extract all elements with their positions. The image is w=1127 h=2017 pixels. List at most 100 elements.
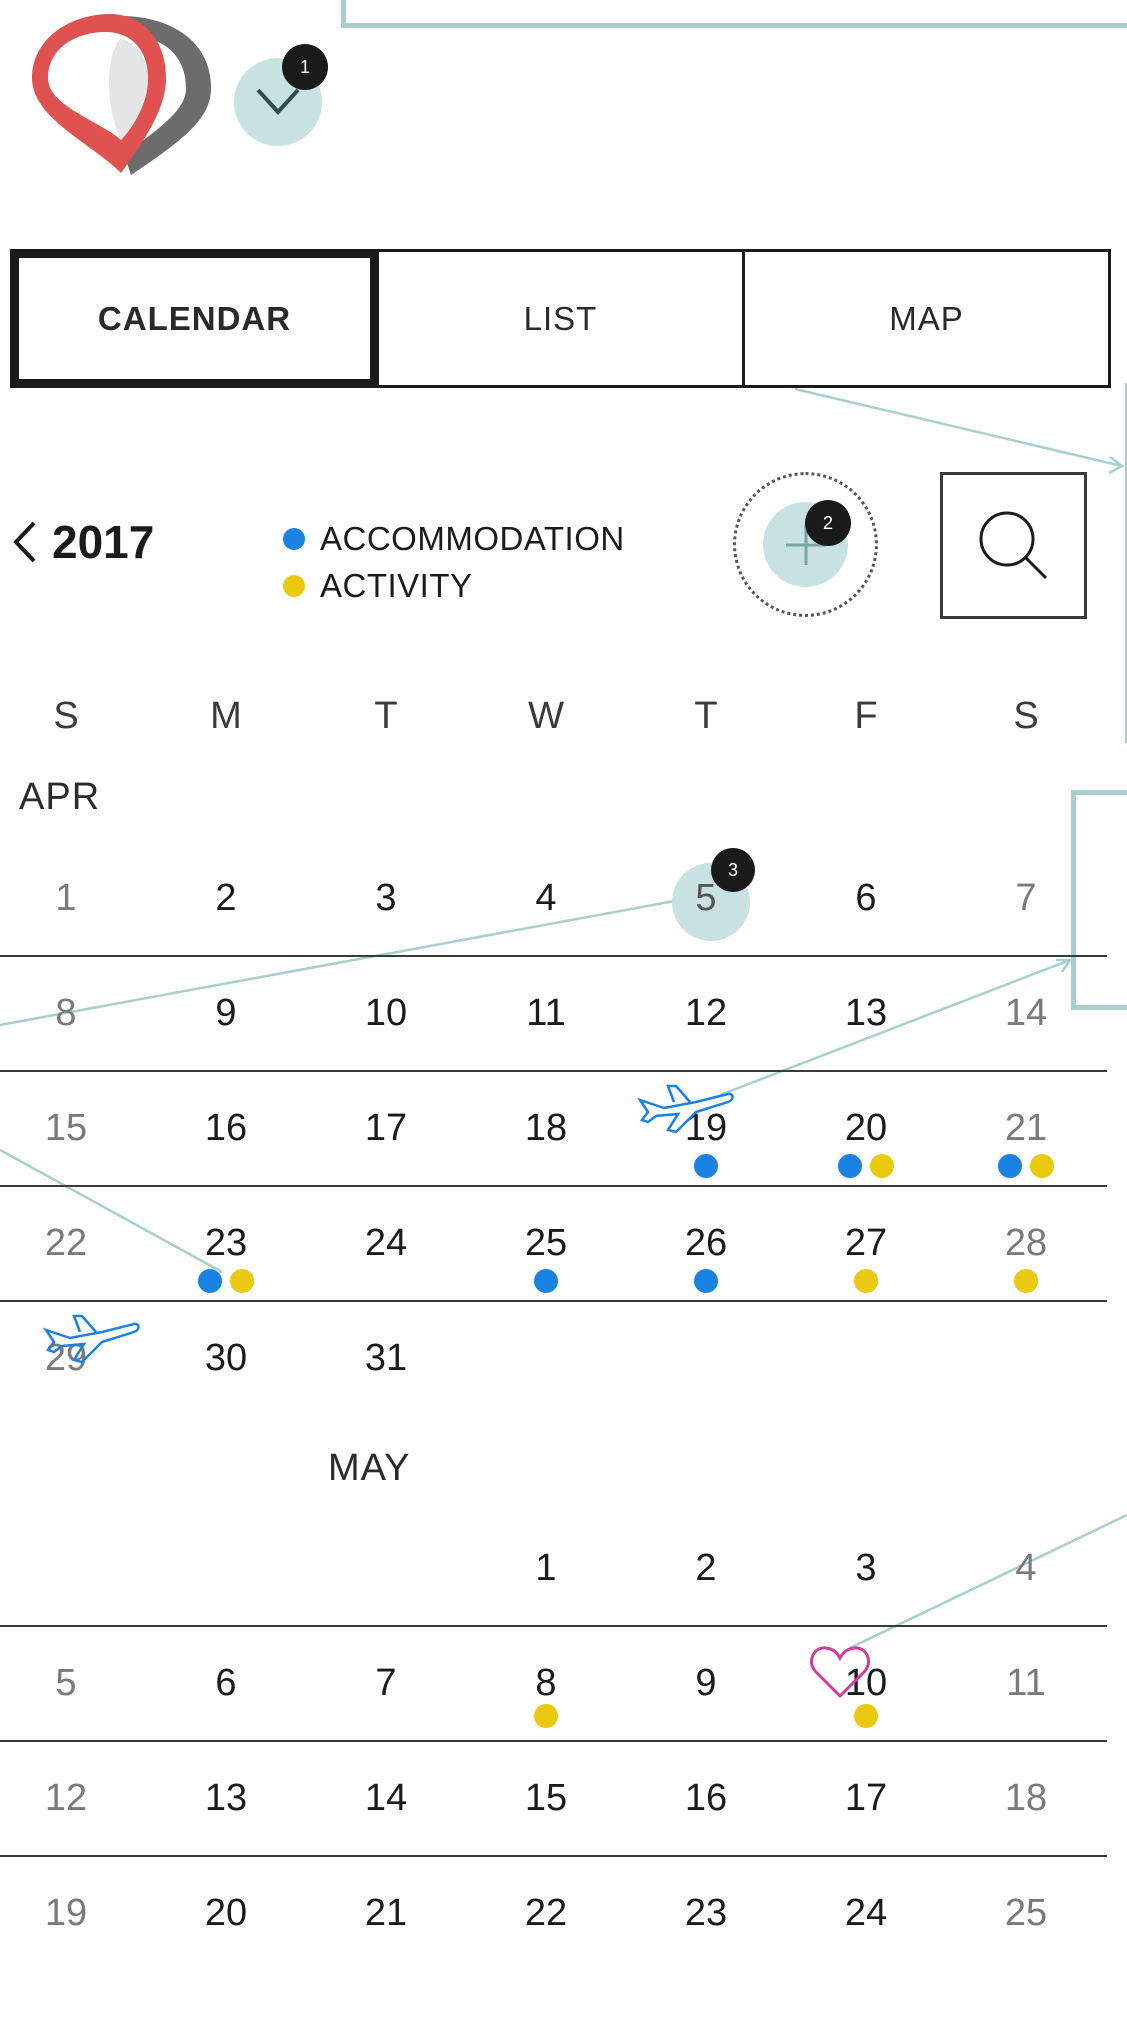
legend-activity-label: ACTIVITY	[320, 567, 473, 604]
day-markers	[486, 1704, 606, 1728]
weekday-thu: T	[694, 695, 718, 737]
day-cell[interactable]: 8	[486, 1662, 606, 1705]
activity-marker	[1030, 1154, 1054, 1178]
flight-icon	[636, 1084, 734, 1134]
day-cell[interactable]: 15	[6, 1107, 126, 1150]
flight-icon	[42, 1314, 140, 1364]
legend-accommodation: ACCOMMODATION	[283, 515, 625, 562]
day-cell[interactable]: 15	[486, 1777, 606, 1820]
day-cell[interactable]: 21	[326, 1892, 446, 1935]
day-cell[interactable]: 9	[646, 1662, 766, 1705]
day-cell[interactable]: 28	[966, 1222, 1086, 1265]
legend-accommodation-label: ACCOMMODATION	[320, 520, 625, 557]
weekday-mon: M	[210, 695, 242, 737]
row-divider	[0, 1070, 1107, 1072]
day-cell[interactable]: 25	[486, 1222, 606, 1265]
day-cell[interactable]: 5	[6, 1662, 126, 1705]
app-logo	[32, 14, 211, 175]
view-tabs: CALENDAR LIST MAP	[10, 249, 1111, 388]
tab-list[interactable]: LIST	[376, 252, 742, 385]
day-cell[interactable]: 5	[646, 877, 766, 920]
accommodation-marker	[694, 1154, 718, 1178]
day-cell[interactable]: 11	[966, 1662, 1086, 1705]
day-cell[interactable]: 20	[806, 1107, 926, 1150]
notification-badge: 1	[282, 44, 328, 90]
activity-marker	[534, 1704, 558, 1728]
top-frame	[341, 0, 1127, 28]
row-divider	[0, 1625, 1107, 1627]
day-cell[interactable]: 18	[486, 1107, 606, 1150]
day-markers	[806, 1704, 926, 1728]
day-markers	[486, 1269, 606, 1293]
tab-calendar[interactable]: CALENDAR	[13, 252, 376, 385]
day-cell[interactable]: 30	[166, 1337, 286, 1380]
day-cell[interactable]: 18	[966, 1777, 1086, 1820]
day-cell[interactable]: 10	[326, 992, 446, 1035]
day-cell[interactable]: 25	[966, 1892, 1086, 1935]
tab-map[interactable]: MAP	[742, 252, 1108, 385]
legend: ACCOMMODATION ACTIVITY	[283, 515, 625, 609]
weekday-wed: W	[528, 695, 564, 737]
day-cell[interactable]: 19	[6, 1892, 126, 1935]
day-cell[interactable]: 6	[806, 877, 926, 920]
year-nav[interactable]: 2017	[10, 515, 154, 569]
activity-marker	[854, 1704, 878, 1728]
row-divider	[0, 1855, 1107, 1857]
day-cell[interactable]: 12	[6, 1777, 126, 1820]
day-cell[interactable]: 11	[486, 992, 606, 1035]
heart-icon	[810, 1646, 870, 1699]
day-cell[interactable]: 2	[646, 1547, 766, 1590]
day-cell[interactable]: 1	[486, 1547, 606, 1590]
day-cell[interactable]: 27	[806, 1222, 926, 1265]
add-button[interactable]	[733, 472, 878, 617]
day-cell[interactable]: 1	[6, 877, 126, 920]
day-cell[interactable]: 7	[966, 877, 1086, 920]
day-cell[interactable]: 3	[326, 877, 446, 920]
day-cell[interactable]: 31	[326, 1337, 446, 1380]
day-cell[interactable]: 2	[166, 877, 286, 920]
day-cell[interactable]: 22	[6, 1222, 126, 1265]
day-cell[interactable]: 23	[166, 1222, 286, 1265]
day-cell[interactable]: 24	[806, 1892, 926, 1935]
day-cell[interactable]: 14	[326, 1777, 446, 1820]
day-cell[interactable]: 7	[326, 1662, 446, 1705]
day-cell[interactable]: 6	[166, 1662, 286, 1705]
day-cell[interactable]: 26	[646, 1222, 766, 1265]
accommodation-marker	[838, 1154, 862, 1178]
day-cell[interactable]: 3	[806, 1547, 926, 1590]
day-cell[interactable]: 4	[486, 877, 606, 920]
search-icon	[979, 511, 1047, 579]
day-cell[interactable]: 23	[646, 1892, 766, 1935]
month-label-april: APR	[19, 776, 101, 818]
day-markers	[806, 1269, 926, 1293]
day-cell[interactable]: 20	[166, 1892, 286, 1935]
activity-dot	[283, 574, 305, 597]
day-cell[interactable]: 4	[966, 1547, 1086, 1590]
accommodation-marker	[198, 1269, 222, 1293]
accommodation-marker	[998, 1154, 1022, 1178]
day-markers	[966, 1154, 1086, 1178]
row-divider	[0, 955, 1107, 957]
day-markers	[646, 1154, 766, 1178]
chevron-left-icon[interactable]	[10, 519, 38, 565]
search-button[interactable]	[940, 472, 1087, 619]
day-cell[interactable]: 9	[166, 992, 286, 1035]
day-cell[interactable]: 17	[326, 1107, 446, 1150]
day-cell[interactable]: 13	[806, 992, 926, 1035]
day-cell[interactable]: 14	[966, 992, 1086, 1035]
day-cell[interactable]: 8	[6, 992, 126, 1035]
activity-marker	[1014, 1269, 1038, 1293]
day-cell[interactable]: 17	[806, 1777, 926, 1820]
day-cell[interactable]: 16	[646, 1777, 766, 1820]
accommodation-marker	[534, 1269, 558, 1293]
day-cell[interactable]: 16	[166, 1107, 286, 1150]
weekday-sat: S	[1013, 695, 1039, 737]
day-cell[interactable]: 24	[326, 1222, 446, 1265]
day-cell[interactable]: 22	[486, 1892, 606, 1935]
day-cell[interactable]: 12	[646, 992, 766, 1035]
row-divider	[0, 1740, 1107, 1742]
activity-marker	[230, 1269, 254, 1293]
day-cell[interactable]: 21	[966, 1107, 1086, 1150]
activity-marker	[870, 1154, 894, 1178]
day-cell[interactable]: 13	[166, 1777, 286, 1820]
